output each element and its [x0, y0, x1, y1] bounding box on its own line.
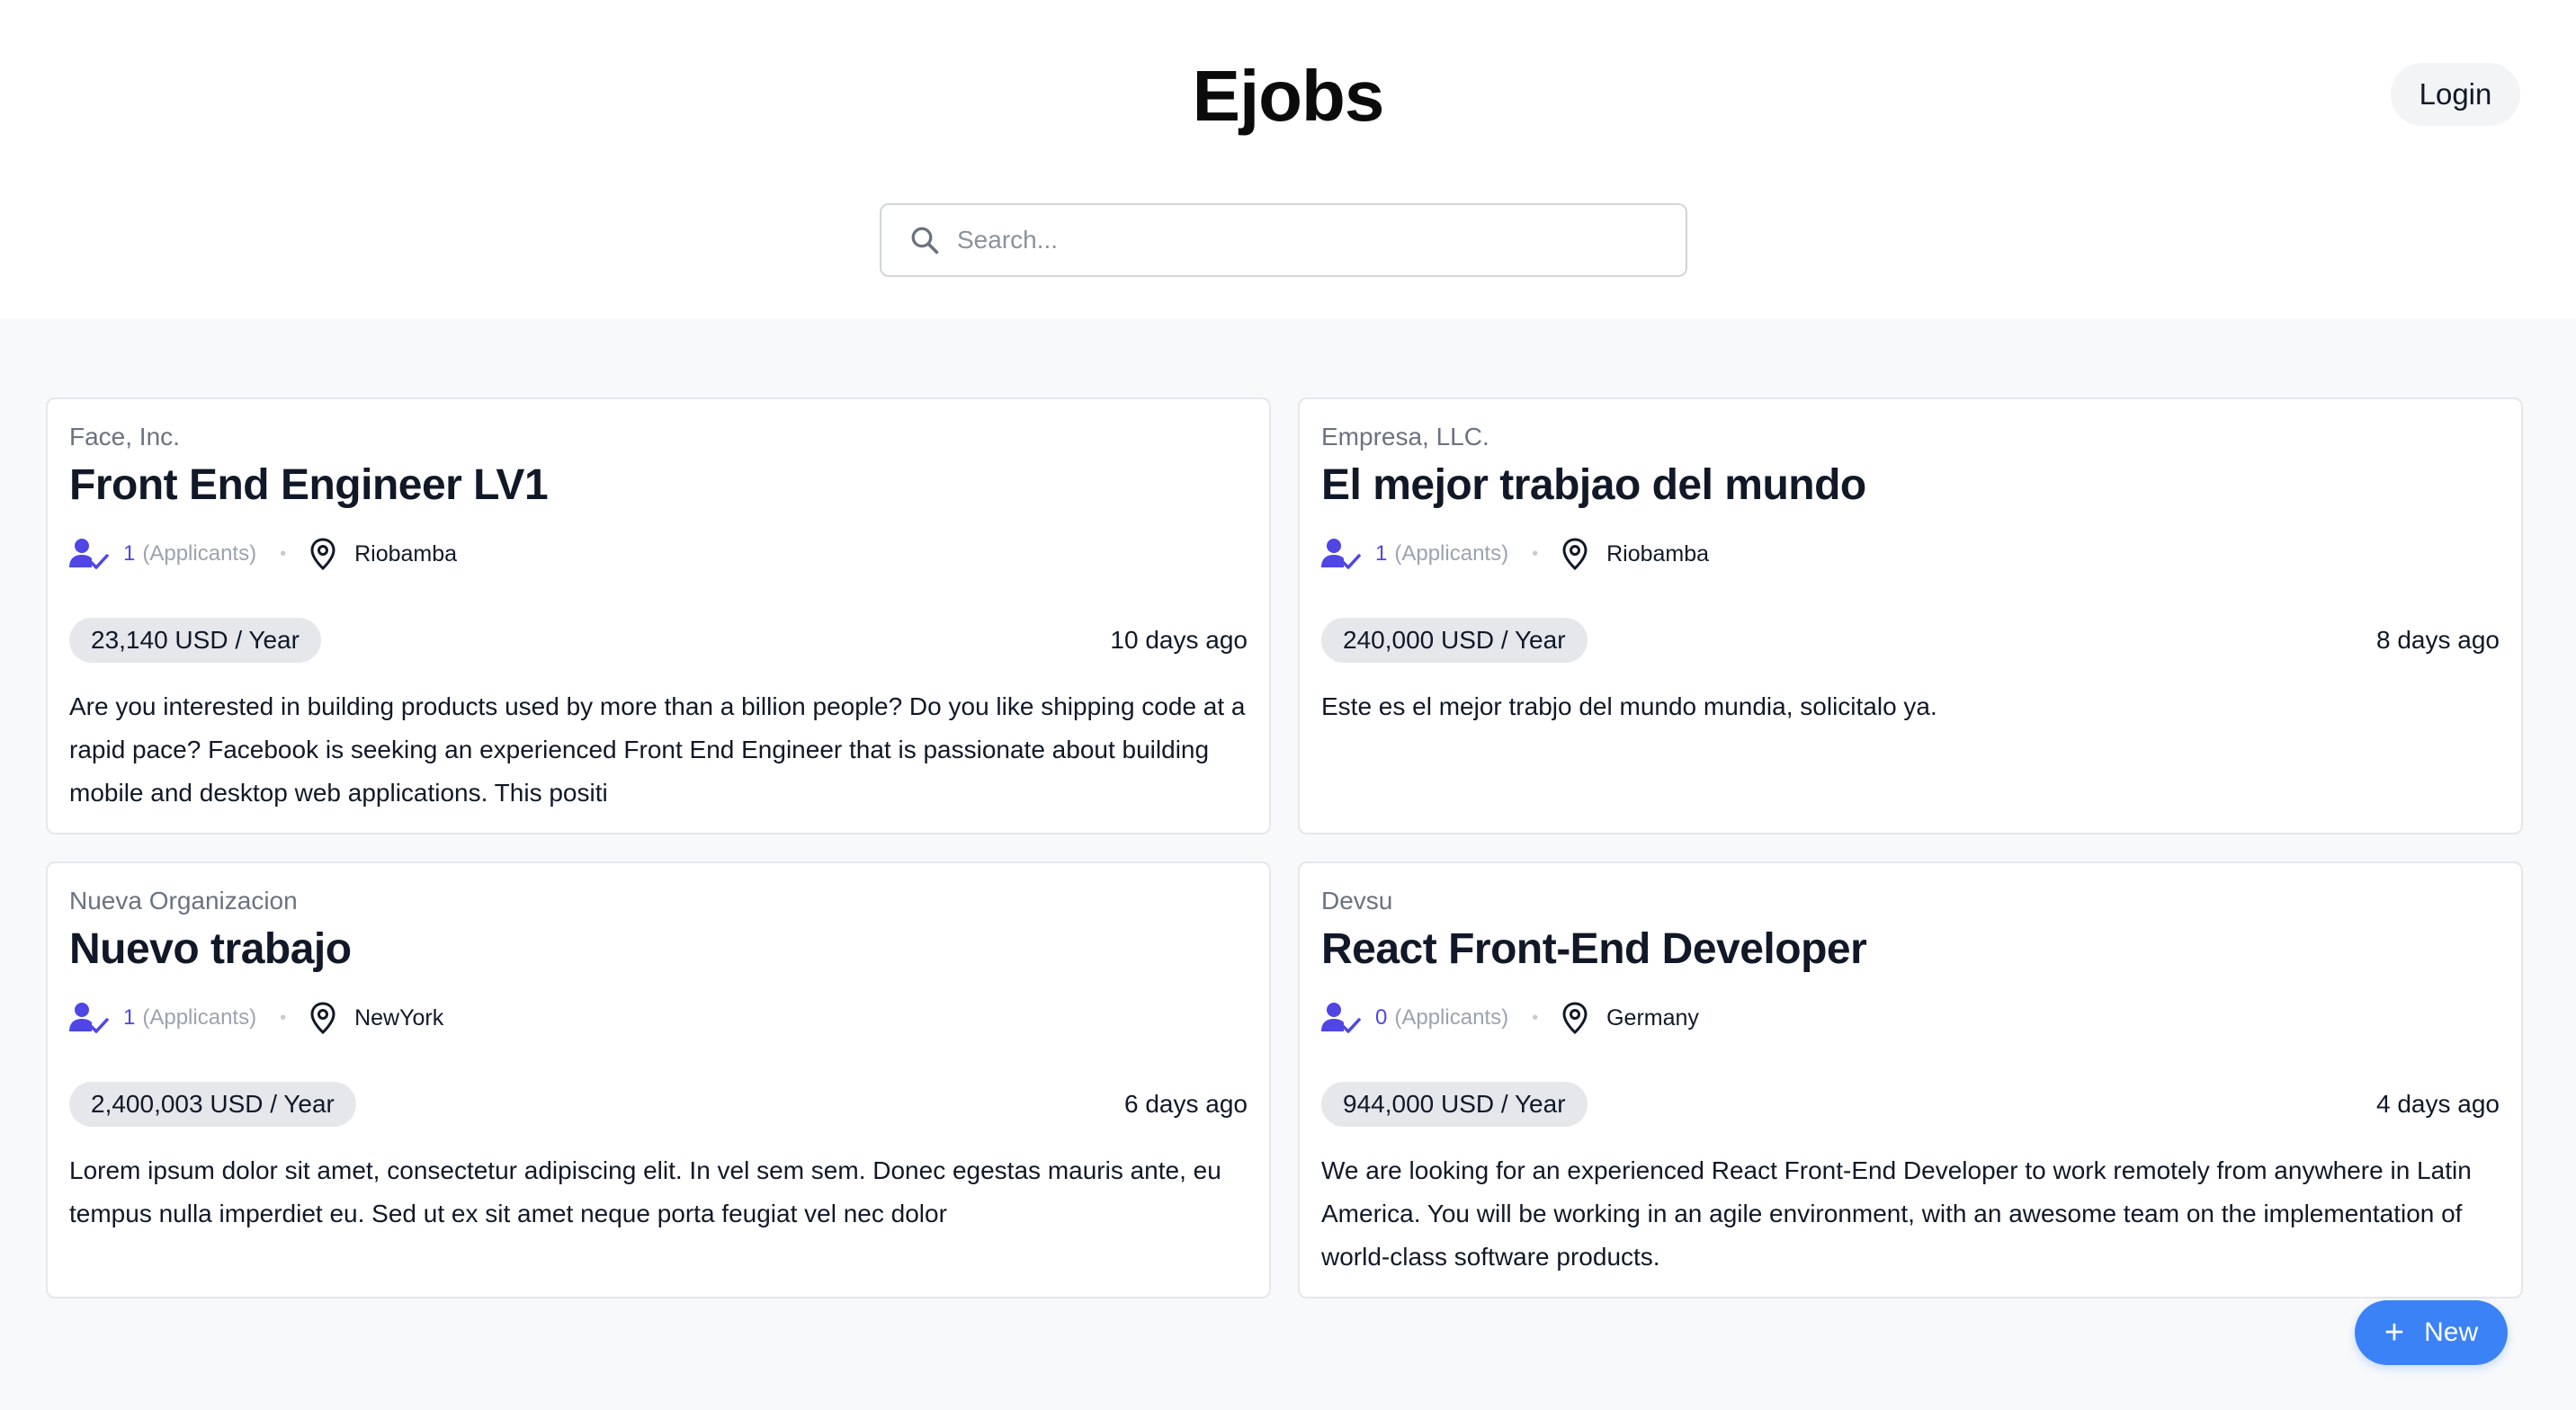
salary-badge: 944,000 USD / Year — [1321, 1082, 1588, 1127]
job-title[interactable]: Front End Engineer LV1 — [69, 459, 549, 513]
job-meta: 1 (Applicants) • Riobamba — [1321, 536, 1709, 572]
job-meta: 1 (Applicants) • NewYork — [69, 1000, 443, 1036]
job-card[interactable]: Empresa, LLC. El mejor trabjao del mundo… — [1298, 397, 2523, 834]
top-header: Ejobs Login — [0, 0, 2576, 318]
user-check-icon — [1321, 536, 1361, 572]
posted-date: 6 days ago — [1124, 1090, 1248, 1118]
applicant-count: 0 — [1375, 1005, 1388, 1030]
login-button[interactable]: Login — [2391, 63, 2520, 126]
new-job-button[interactable]: + New — [2355, 1300, 2508, 1365]
posted-date: 4 days ago — [2376, 1090, 2500, 1118]
user-check-icon — [69, 1000, 109, 1036]
user-check-icon — [1321, 1000, 1361, 1036]
job-card[interactable]: Nueva Organizacion Nuevo trabajo 1 (Appl… — [46, 861, 1271, 1298]
map-pin-icon — [1561, 1000, 1594, 1036]
applicants-label: (Applicants) — [1394, 1005, 1509, 1030]
posted-date: 8 days ago — [2376, 626, 2500, 654]
salary-badge: 240,000 USD / Year — [1321, 618, 1588, 663]
job-location: Riobamba — [354, 540, 458, 567]
applicant-count: 1 — [123, 541, 136, 566]
job-description: We are looking for an experienced React … — [1321, 1156, 2472, 1271]
job-description: Este es el mejor trabjo del mundo mundia… — [1321, 692, 1937, 720]
map-pin-icon — [309, 536, 342, 572]
map-pin-icon — [309, 1000, 342, 1036]
job-title[interactable]: Nuevo trabajo — [69, 923, 352, 977]
search-icon — [907, 222, 943, 258]
map-pin-icon — [1561, 536, 1594, 572]
job-title[interactable]: React Front-End Developer — [1321, 923, 1867, 977]
job-location: Germany — [1606, 1004, 1699, 1031]
separator-dot: • — [1532, 1007, 1539, 1028]
job-location: Riobamba — [1606, 540, 1710, 567]
plus-icon: + — [2384, 1314, 2405, 1352]
job-meta: 0 (Applicants) • Germany — [1321, 1000, 1699, 1036]
app-brand: Ejobs — [1192, 56, 1385, 136]
separator-dot: • — [280, 543, 287, 564]
job-description: Are you interested in building products … — [69, 692, 1246, 807]
new-button-label: New — [2424, 1317, 2479, 1347]
search-bar[interactable] — [880, 203, 1687, 277]
search-input[interactable] — [955, 225, 1642, 255]
job-card[interactable]: Devsu React Front-End Developer 0 (Appli… — [1298, 861, 2523, 1298]
company-name: Empresa, LLC. — [1321, 423, 1489, 451]
salary-badge: 2,400,003 USD / Year — [69, 1082, 356, 1127]
salary-badge: 23,140 USD / Year — [69, 618, 321, 663]
job-card[interactable]: Face, Inc. Front End Engineer LV1 1 (App… — [46, 397, 1271, 834]
applicants-label: (Applicants) — [1394, 541, 1509, 566]
job-meta: 1 (Applicants) • Riobamba — [69, 536, 457, 572]
applicant-count: 1 — [1375, 541, 1388, 566]
job-description: Lorem ipsum dolor sit amet, consectetur … — [69, 1156, 1221, 1227]
user-check-icon — [69, 536, 109, 572]
applicant-count: 1 — [123, 1005, 136, 1030]
posted-date: 10 days ago — [1110, 626, 1248, 654]
separator-dot: • — [1532, 543, 1539, 564]
company-name: Devsu — [1321, 887, 1393, 915]
job-title[interactable]: El mejor trabjao del mundo — [1321, 459, 1866, 513]
company-name: Nueva Organizacion — [69, 887, 298, 915]
job-location: NewYork — [354, 1004, 444, 1031]
company-name: Face, Inc. — [69, 423, 180, 451]
applicants-label: (Applicants) — [142, 1005, 257, 1030]
separator-dot: • — [280, 1007, 287, 1028]
applicants-label: (Applicants) — [142, 541, 257, 566]
